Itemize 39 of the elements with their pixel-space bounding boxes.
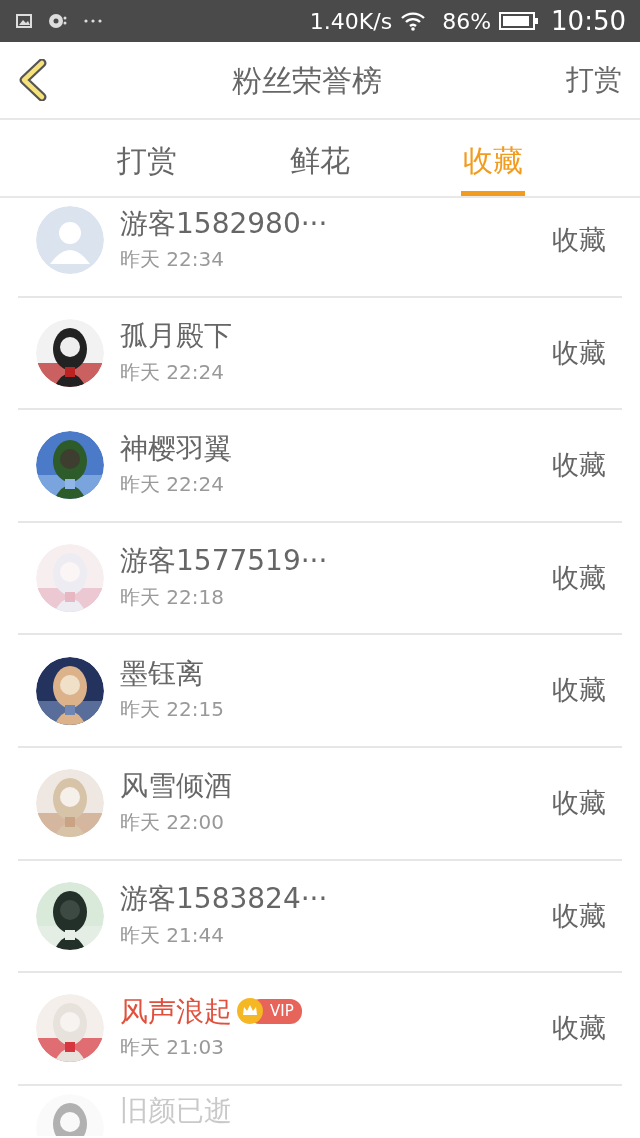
tab[interactable]: 鲜花	[288, 118, 352, 196]
avatar-icon	[36, 206, 104, 275]
user-name: 孤月殿下	[120, 319, 232, 353]
favorite-label: 收藏	[552, 898, 606, 933]
wifi-icon	[400, 11, 427, 31]
favorite-label: 收藏	[552, 560, 606, 595]
user-name: 游客1583824···	[120, 882, 328, 916]
reward-button[interactable]: 打赏	[566, 59, 622, 101]
favorite-label: 收藏	[552, 335, 606, 370]
favorite-label: 收藏	[552, 1011, 606, 1046]
page-title: 粉丝荣誉榜	[232, 61, 382, 100]
timestamp: 昨天 21:03	[120, 1034, 225, 1062]
timestamp: 昨天 22:24	[120, 358, 225, 386]
timestamp: 昨天 22:34	[120, 246, 225, 274]
more-icon	[84, 19, 102, 23]
user-name: 墨钰离	[120, 656, 204, 691]
timestamp: 昨天 22:15	[120, 696, 225, 724]
favorite-label: 收藏	[552, 223, 606, 258]
user-name: 游客1582980···	[120, 206, 328, 241]
clock: 10:50	[551, 4, 626, 38]
timestamp: 昨天 22:24	[120, 471, 225, 499]
favorite-label: 收藏	[552, 673, 606, 708]
user-name: 神樱羽翼	[120, 431, 232, 466]
user-name: 风声浪起	[120, 994, 232, 1029]
message-icon	[48, 13, 68, 29]
back-icon[interactable]	[18, 59, 48, 101]
battery-icon	[499, 11, 540, 31]
crown-icon	[236, 997, 264, 1026]
tab[interactable]: 打赏	[114, 118, 179, 196]
user-name: 游客1577519···	[120, 544, 328, 578]
network-speed: 1.40K/s	[309, 7, 393, 36]
favorite-label: 收藏	[552, 786, 606, 820]
user-name: 风雪倾酒	[120, 769, 232, 804]
image-icon	[16, 14, 32, 28]
battery-level: 86%	[442, 7, 492, 36]
timestamp: 昨天 22:00	[120, 809, 225, 837]
favorite-label: 收藏	[552, 448, 606, 483]
timestamp: 昨天 22:18	[120, 583, 225, 611]
timestamp: 昨天 21:44	[120, 921, 225, 949]
